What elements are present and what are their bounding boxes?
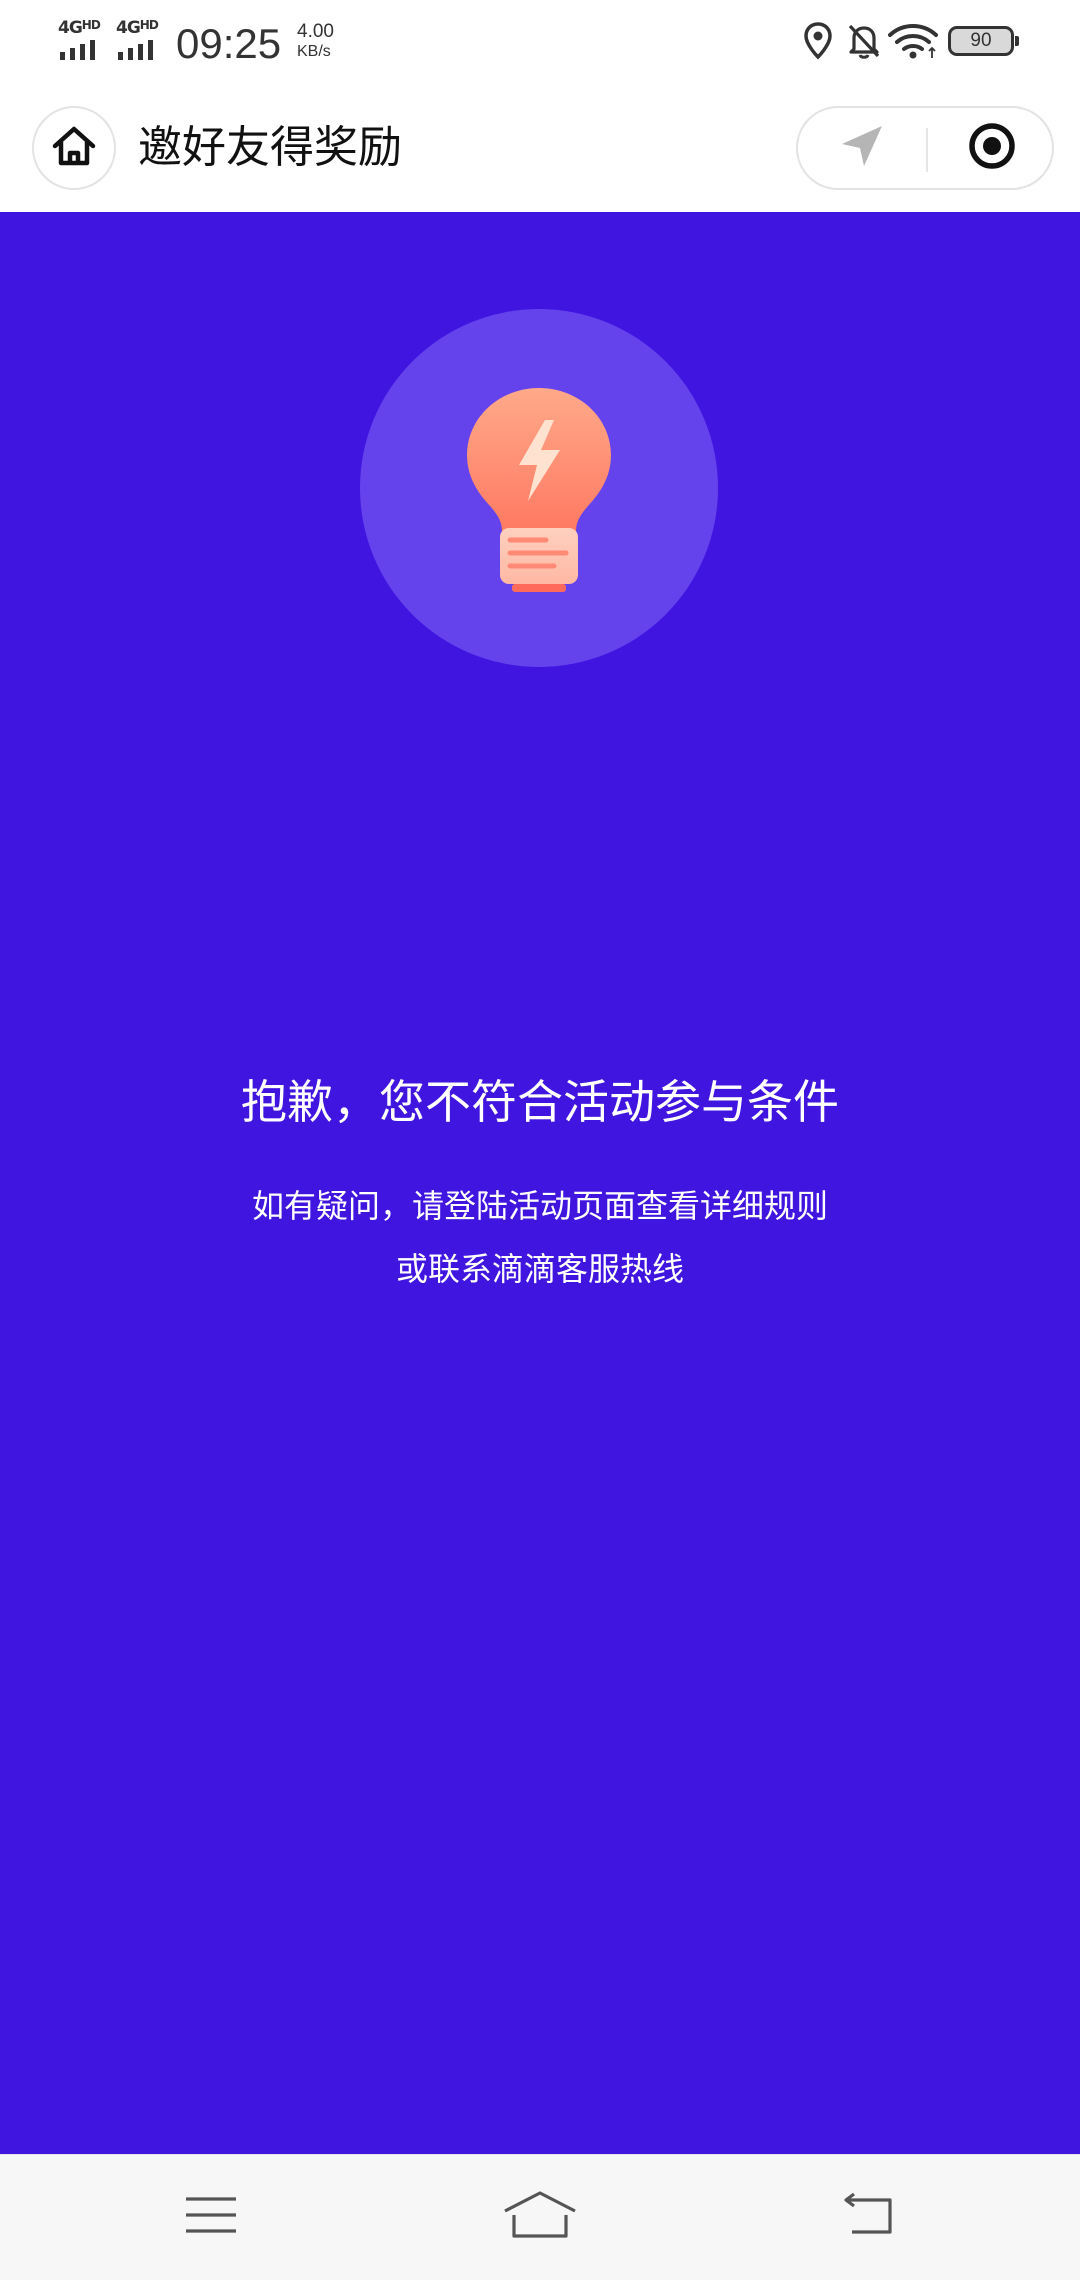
description-line-2: 或联系滴滴客服热线 — [395, 1250, 684, 1288]
status-bar: 4GHD 4GHD 09:25 4.00 KB/s 90 — [0, 0, 1080, 84]
bell-muted-icon — [846, 22, 882, 64]
network-speed: 4.00 KB/s — [297, 22, 334, 62]
system-home-button[interactable] — [490, 2179, 590, 2255]
network-type-2: 4G — [116, 18, 141, 38]
close-mini-program-button[interactable] — [928, 108, 1056, 188]
ineligible-headline: 抱歉，您不符合活动参与条件 — [241, 1075, 839, 1129]
mini-program-title-bar: 邀好友得奖励 — [0, 84, 1080, 212]
network-speed-unit: KB/s — [297, 43, 331, 60]
home-button[interactable] — [32, 106, 116, 190]
battery-level: 90 — [970, 30, 992, 51]
back-button[interactable] — [819, 2179, 919, 2255]
location-icon — [804, 22, 832, 64]
page-title: 邀好友得奖励 — [138, 122, 402, 173]
menu-button[interactable] — [161, 2179, 261, 2255]
signal-strength-2-icon: 4GHD — [116, 18, 166, 60]
signal-strength-1-icon: 4GHD — [58, 18, 108, 60]
battery-icon: 90 — [948, 26, 1019, 56]
network-type-1-sup: HD — [81, 18, 101, 32]
record-target-icon — [967, 121, 1017, 175]
network-type-2-sup: HD — [139, 18, 159, 32]
menu-icon — [184, 2193, 238, 2241]
description-line-1: 如有疑问，请登陆活动页面查看详细规则 — [251, 1187, 828, 1225]
network-type-1: 4G — [58, 18, 83, 38]
system-navigation-bar — [0, 2154, 1080, 2280]
home-icon — [51, 125, 97, 171]
lightbulb-icon — [360, 309, 718, 671]
nav-home-icon — [502, 2190, 578, 2244]
navigation-arrow-icon — [838, 122, 886, 174]
wifi-icon — [888, 24, 938, 64]
back-icon — [842, 2192, 896, 2242]
network-speed-value: 4.00 — [297, 21, 334, 42]
status-clock: 09:25 — [176, 20, 282, 67]
location-share-button[interactable] — [798, 108, 926, 188]
capsule-menu — [796, 106, 1054, 190]
main-content: 抱歉，您不符合活动参与条件 如有疑问，请登陆活动页面查看详细规则 或联系滴滴客服… — [0, 212, 1080, 2154]
illustration-circle — [360, 309, 718, 667]
